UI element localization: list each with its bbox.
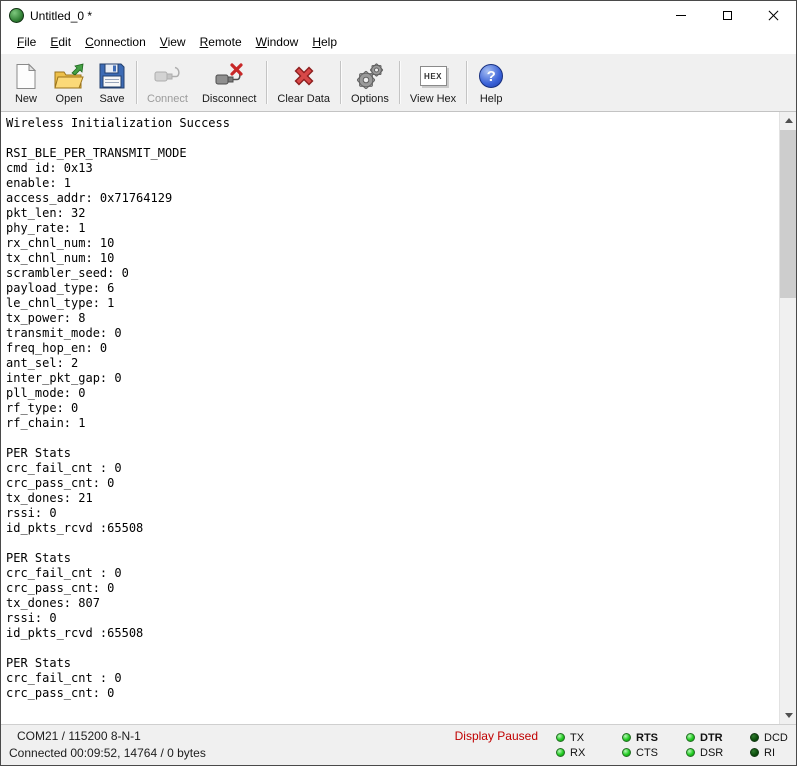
app-window: Untitled_0 * File Edit Connection View R… — [0, 0, 797, 766]
rx-led-icon — [556, 748, 565, 757]
menu-item-help[interactable]: Help — [305, 32, 344, 52]
help-icon-text: ? — [479, 64, 503, 88]
app-icon — [9, 8, 24, 23]
minimize-icon — [676, 15, 686, 16]
port-info: COM21 / 115200 8-N-1 — [17, 728, 141, 745]
cts-led-icon — [622, 748, 631, 757]
led-dsr: DSR — [686, 747, 730, 759]
toolbar-separator — [466, 61, 467, 104]
scrollbar-thumb[interactable] — [780, 130, 796, 298]
dcd-led-icon — [750, 733, 759, 742]
new-button[interactable]: New — [5, 56, 47, 109]
statusbar-connection-panel: COM21 / 115200 8-N-1 Display Paused Conn… — [1, 725, 544, 765]
open-folder-icon — [54, 61, 84, 91]
txrx-led-group: TX RX — [548, 732, 608, 759]
terminal-area: Wireless Initialization Success RSI_BLE_… — [1, 112, 796, 724]
scroll-down-arrow-icon — [785, 713, 793, 718]
signal-led-cluster: RTS CTS DTR DSR — [612, 732, 797, 759]
led-ri: RI — [750, 747, 794, 759]
led-rts[interactable]: RTS — [622, 732, 666, 744]
menu-item-edit[interactable]: Edit — [43, 32, 78, 52]
save-floppy-icon — [99, 61, 125, 91]
scroll-up-arrow-icon — [785, 118, 793, 123]
connect-button-label: Connect — [147, 93, 188, 105]
save-button[interactable]: Save — [91, 56, 133, 109]
hex-icon-text: HEX — [424, 72, 442, 81]
toolbar: New Open — [1, 54, 796, 112]
open-button-label: Open — [56, 93, 83, 105]
disconnect-button-label: Disconnect — [202, 93, 256, 105]
window-title: Untitled_0 * — [30, 9, 658, 23]
disconnect-icon — [214, 61, 244, 91]
rts-cts-led-group: RTS CTS — [614, 732, 674, 759]
open-button[interactable]: Open — [47, 56, 91, 109]
menu-item-file[interactable]: File — [10, 32, 43, 52]
menubar: File Edit Connection View Remote Window … — [1, 30, 796, 54]
toolbar-separator — [266, 61, 267, 104]
close-button[interactable] — [750, 1, 796, 30]
toolbar-separator — [340, 61, 341, 104]
clear-data-icon — [290, 61, 318, 91]
led-dcd: DCD — [750, 732, 794, 744]
vertical-scrollbar[interactable] — [779, 112, 796, 724]
minimize-button[interactable] — [658, 1, 704, 30]
toolbar-separator — [399, 61, 400, 104]
menu-item-window[interactable]: Window — [249, 32, 306, 52]
window-controls — [658, 1, 796, 30]
view-hex-button-label: View Hex — [410, 93, 456, 105]
new-button-label: New — [15, 93, 37, 105]
options-gears-icon — [356, 61, 384, 91]
menu-item-remote[interactable]: Remote — [193, 32, 249, 52]
led-tx: TX — [556, 732, 600, 744]
led-rx: RX — [556, 747, 600, 759]
dtr-led-icon — [686, 733, 695, 742]
ri-led-icon — [750, 748, 759, 757]
toolbar-separator — [136, 61, 137, 104]
help-icon: ? — [479, 61, 503, 91]
dtr-dsr-led-group: DTR DSR — [678, 732, 738, 759]
disconnect-button[interactable]: Disconnect — [195, 56, 263, 109]
close-icon — [768, 10, 779, 21]
clear-data-button-label: Clear Data — [277, 93, 330, 105]
new-document-icon — [15, 61, 37, 91]
menu-item-view[interactable]: View — [153, 32, 193, 52]
maximize-button[interactable] — [704, 1, 750, 30]
titlebar: Untitled_0 * — [1, 1, 796, 30]
tx-led-icon — [556, 733, 565, 742]
led-cts: CTS — [622, 747, 666, 759]
connection-info: Connected 00:09:52, 14764 / 0 bytes — [1, 745, 544, 762]
options-button-label: Options — [351, 93, 389, 105]
dcd-ri-led-group: DCD RI — [742, 732, 797, 759]
connect-icon — [153, 61, 181, 91]
menu-item-connection[interactable]: Connection — [78, 32, 153, 52]
connect-button: Connect — [140, 56, 195, 109]
help-button-label: Help — [480, 93, 503, 105]
help-button[interactable]: ? Help — [470, 56, 512, 109]
rts-led-icon — [622, 733, 631, 742]
scroll-up-button[interactable] — [780, 112, 796, 129]
statusbar: COM21 / 115200 8-N-1 Display Paused Conn… — [1, 724, 796, 765]
terminal-output[interactable]: Wireless Initialization Success RSI_BLE_… — [1, 112, 779, 724]
view-hex-button[interactable]: HEX View Hex — [403, 56, 463, 109]
scroll-down-button[interactable] — [780, 707, 796, 724]
clear-data-button[interactable]: Clear Data — [270, 56, 337, 109]
maximize-icon — [723, 11, 732, 20]
led-dtr[interactable]: DTR — [686, 732, 730, 744]
view-hex-icon: HEX — [420, 61, 447, 91]
display-paused-status: Display Paused — [455, 728, 538, 745]
save-button-label: Save — [99, 93, 124, 105]
options-button[interactable]: Options — [344, 56, 396, 109]
dsr-led-icon — [686, 748, 695, 757]
